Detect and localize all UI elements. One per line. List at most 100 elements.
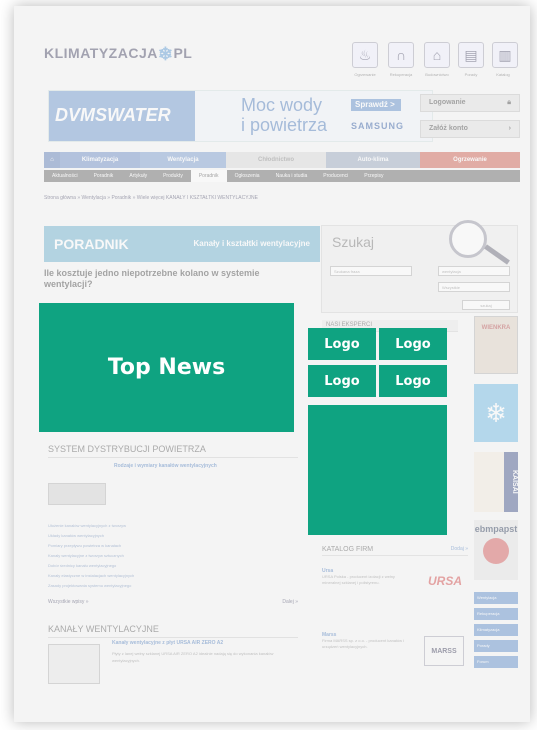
subnav-item[interactable]: Przepisy	[356, 170, 391, 182]
document-icon[interactable]: ▤	[458, 42, 484, 68]
subnav-item[interactable]: Artykuły	[121, 170, 155, 182]
ad-banner[interactable]: DVMSWATER Moc wody i powietrza Sprawdź >…	[48, 90, 433, 142]
banner-headline-2: i powietrza	[241, 115, 328, 135]
main-nav: ⌂ Klimatyzacja Wentylacja Chłodnictwo Au…	[44, 152, 520, 168]
subnav-item[interactable]: Producenci	[315, 170, 356, 182]
katalog-entry[interactable]: Marss Firma MARSS sp. z o.o. - producent…	[322, 632, 468, 682]
system-list: Ułożenie kanałów wentylacyjnych z tworzy…	[48, 521, 298, 591]
banner-partner: SAMSUNG	[351, 121, 405, 131]
nav-wentylacja[interactable]: Wentylacja	[140, 152, 226, 168]
channels-thumbnail	[48, 644, 100, 684]
expert-logo-tile[interactable]: Logo	[379, 328, 447, 360]
subnav-item[interactable]: Ogłoszenia	[227, 170, 268, 182]
register-label: Załóż konto	[429, 125, 468, 132]
snowflake-icon: ❄	[157, 44, 174, 64]
subnav-item[interactable]: Aktualności	[44, 170, 86, 182]
next-link[interactable]: Dalej »	[282, 599, 298, 605]
arch-icon[interactable]: ∩	[388, 42, 414, 68]
banner-cta[interactable]: Sprawdź >	[351, 99, 401, 111]
right-banner-label: ebmpapst	[474, 524, 518, 534]
right-banner-kaisai[interactable]: KAISAI	[474, 452, 518, 512]
right-banner-snowflake-icon[interactable]: ❄	[474, 384, 518, 442]
right-link[interactable]: Rekuperacja	[474, 608, 518, 620]
page-sheet: KLIMATYZACJA❄PL ♨ Ogrzewanie ∩ Rekuperac…	[14, 6, 530, 722]
search-button[interactable]: szukaj	[462, 300, 510, 310]
magnifier-handle	[484, 244, 510, 265]
channels-body: Płyty z lanej wełny szklanej URSA AIR ZE…	[112, 651, 274, 663]
list-item[interactable]: Ułożenie kanałów wentylacyjnych z tworzy…	[48, 521, 298, 531]
search-heading: Szukaj	[332, 234, 375, 250]
list-item[interactable]: Pomiary przepływu powietrza w kanałach	[48, 541, 298, 551]
right-banner-label: KAISAI	[504, 452, 518, 512]
expert-logo-tile[interactable]: Logo	[308, 328, 376, 360]
channels-section-title: KANAŁY WENTYLACYJNE	[48, 624, 298, 638]
right-banner-wienkra[interactable]: WIENKRA	[474, 316, 518, 374]
category-select[interactable]: wentylacja	[438, 266, 510, 276]
home-icon[interactable]: ⌂	[44, 152, 60, 168]
list-item[interactable]: Zasady projektowania systemu wentylacyjn…	[48, 581, 298, 591]
subnav-item[interactable]: Produkty	[155, 170, 191, 182]
katalog-entry-desc: Firma MARSS sp. z o.o. - producent kanał…	[322, 638, 405, 649]
top-news-label: Top News	[107, 355, 226, 380]
system-thumbnail	[48, 483, 106, 505]
katalog-add-link[interactable]: Dodaj »	[451, 546, 468, 552]
icon-label: Budownictwo	[425, 72, 449, 77]
subnav-item-active[interactable]: Poradnik	[190, 170, 227, 182]
list-item[interactable]: Kanały elastyczne w instalacjach wentyla…	[48, 571, 298, 581]
house-icon[interactable]: ⌂	[424, 42, 450, 68]
expert-logo-tile[interactable]: Logo	[308, 365, 376, 397]
region-select[interactable]: Wszystkie	[438, 282, 510, 292]
katalog-heading: KATALOG FIRM Dodaj »	[322, 546, 468, 556]
right-banner-label: WIENKRA	[481, 325, 511, 331]
nav-chlodnictwo[interactable]: Chłodnictwo	[226, 152, 326, 168]
right-link[interactable]: Porady	[474, 640, 518, 652]
fire-icon[interactable]: ♨	[352, 42, 378, 68]
list-item[interactable]: Dobór średnicy kanału wentylacyjnego	[48, 561, 298, 571]
top-news-block[interactable]: Top News	[39, 303, 294, 432]
logo-label: Logo	[395, 336, 431, 352]
katalog-title: KATALOG FIRM	[322, 546, 374, 553]
catalog-icon[interactable]: ▥	[492, 42, 518, 68]
logo-suffix: PL	[173, 45, 193, 61]
right-links: Wentylacja Rekuperacja Klimatyzacja Pora…	[474, 592, 518, 668]
channels-lead-link[interactable]: Kanały wentylacyjne z płyt URSA AIR ZERO…	[112, 640, 223, 646]
right-link[interactable]: Klimatyzacja	[474, 624, 518, 636]
right-link[interactable]: Wentylacja	[474, 592, 518, 604]
lock-icon: 🔒︎	[507, 99, 511, 106]
site-logo[interactable]: KLIMATYZACJA❄PL	[44, 42, 193, 64]
login-button[interactable]: Logowanie 🔒︎	[420, 94, 520, 112]
search-panel: Szukaj Szukana fraza wentylacja Wszystki…	[321, 220, 518, 313]
subnav-item[interactable]: Poradnik	[86, 170, 122, 182]
nav-ogrzewanie[interactable]: Ogrzewanie	[420, 152, 520, 168]
subnav-item[interactable]: Nauka i studia	[268, 170, 316, 182]
list-item[interactable]: Układy kanałów wentylacyjnych	[48, 531, 298, 541]
chevron-right-icon: ›	[508, 125, 511, 132]
icon-label: Katalog	[496, 72, 510, 77]
right-link[interactable]: Forum	[474, 656, 518, 668]
katalog-entry-brand: MARSS	[424, 636, 464, 666]
banner-brand: DVMSWATER	[49, 91, 195, 141]
search-input[interactable]: Szukana fraza	[330, 266, 412, 276]
nav-klimatyzacja[interactable]: Klimatyzacja	[60, 152, 140, 168]
register-button[interactable]: Załóż konto ›	[420, 120, 520, 138]
sub-nav: Aktualności Poradnik Artykuły Produkty P…	[44, 170, 520, 182]
system-lead-link[interactable]: Rodzaje i wymiary kanałów wentylacyjnych	[114, 463, 298, 469]
right-banner-ebmpapst[interactable]: ebmpapst	[474, 520, 518, 580]
banner-headline: Moc wody i powietrza	[241, 95, 327, 135]
expert-logo-tile[interactable]: Logo	[379, 365, 447, 397]
logo-label: Logo	[324, 373, 360, 389]
katalog-section: KATALOG FIRM Dodaj » Ursa URSA Polska - …	[322, 546, 468, 682]
poradnik-label: PORADNIK	[54, 236, 129, 252]
list-item[interactable]: Kanały wentylacyjne z tworzyw sztucznych	[48, 551, 298, 561]
ad-placeholder-block[interactable]	[308, 405, 447, 535]
more-link[interactable]: Wszystkie wpisy »	[48, 599, 89, 605]
nav-auto-klima[interactable]: Auto-klima	[326, 152, 420, 168]
article-question[interactable]: Ile kosztuje jedno niepotrzebne kolano w…	[44, 268, 304, 290]
logo-label: Logo	[324, 336, 360, 352]
katalog-entry-desc: URSA Polska - producent izolacji z wełny…	[322, 574, 395, 585]
katalog-entry[interactable]: Ursa URSA Polska - producent izolacji z …	[322, 568, 468, 618]
breadcrumb[interactable]: Strona główna » Wentylacja » Poradnik » …	[44, 195, 258, 201]
fan-icon	[483, 538, 509, 564]
icon-label: Rekuperacja	[389, 72, 413, 77]
banner-headline-1: Moc wody	[241, 95, 323, 115]
